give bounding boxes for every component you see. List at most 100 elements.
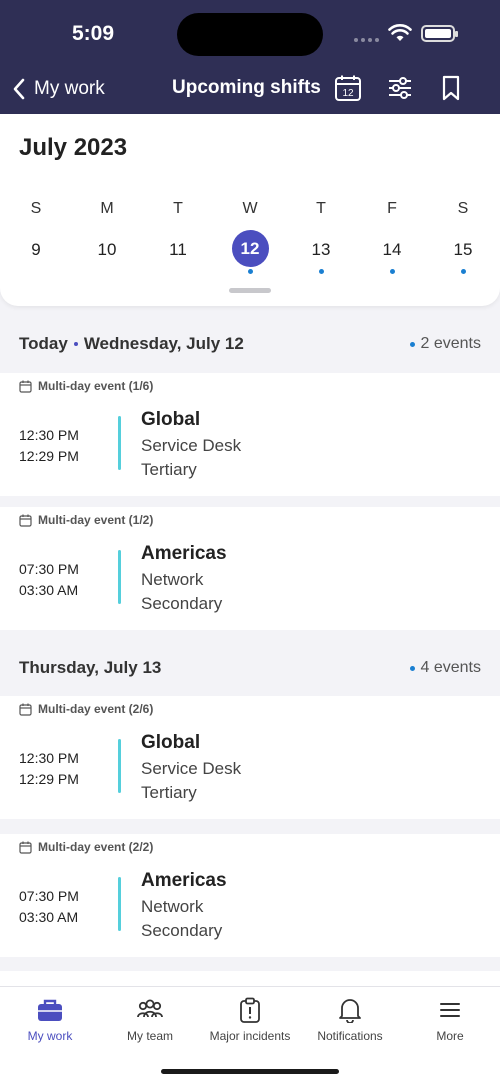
calendar-icon: 12	[335, 75, 361, 101]
bookmark-icon	[442, 75, 460, 101]
weekday-label: F	[387, 200, 397, 217]
event-meta-label: Multi-day event (1/6)	[38, 379, 154, 393]
shift-end-time: 12:29 PM	[19, 448, 79, 464]
shift-level: Tertiary	[141, 783, 197, 802]
clipboard-alert-icon	[240, 997, 260, 1023]
shift-title: Global	[141, 732, 201, 753]
nav-major-incidents[interactable]: Major incidents	[200, 997, 300, 1043]
back-button[interactable]: My work	[12, 74, 105, 104]
menu-icon	[440, 1003, 460, 1017]
status-time: 5:09	[72, 22, 115, 45]
nav-notifications[interactable]: Notifications	[300, 997, 400, 1043]
week-calendar: July 2023 S M T W T F S 9 10 11 12 13 14 15	[0, 114, 500, 306]
shift-card[interactable]: Multi-day event (2/2) 07:30 PM 03:30 AM Ame…	[0, 834, 500, 957]
weekday-label: S	[457, 200, 469, 217]
bookmark-button[interactable]	[436, 73, 466, 103]
nav-label: Major incidents	[209, 1029, 291, 1043]
shift-start-time: 12:30 PM	[19, 750, 79, 766]
section-date: Thursday, July 13	[19, 658, 162, 677]
shift-times: 12:30 PM 12:29 PM	[19, 748, 79, 790]
shift-times: 12:30 PM 12:29 PM	[19, 425, 79, 467]
briefcase-icon	[38, 999, 62, 1021]
calendar-day[interactable]: 14	[372, 232, 412, 268]
calendar-small-icon	[19, 380, 32, 393]
nav-more[interactable]: More	[400, 997, 500, 1043]
shift-service: Network	[141, 897, 204, 916]
event-meta-label: Multi-day event (2/6)	[38, 702, 154, 716]
sliders-icon	[389, 77, 411, 99]
shift-end-time: 12:29 PM	[19, 771, 79, 787]
shift-start-time: 07:30 PM	[19, 561, 79, 577]
shift-service: Network	[141, 570, 204, 589]
day-section-header: Today Wednesday, July 12 2 events	[0, 314, 500, 374]
section-title: Thursday, July 13	[19, 658, 161, 678]
shift-level: Tertiary	[141, 460, 197, 479]
dynamic-island	[177, 13, 323, 56]
weekday-label: S	[30, 200, 42, 217]
shift-start-time: 07:30 PM	[19, 888, 79, 904]
shift-color-bar	[118, 550, 121, 604]
event-indicator-dot	[247, 269, 253, 274]
event-count: 4 events	[409, 659, 481, 677]
shift-end-time: 03:30 AM	[19, 909, 79, 925]
filter-button[interactable]	[385, 73, 415, 103]
calendar-day[interactable]: 9	[16, 232, 56, 268]
section-title: Today Wednesday, July 12	[19, 334, 244, 354]
calendar-small-icon	[19, 703, 32, 716]
weekday-label: T	[173, 200, 183, 217]
separator-dot	[73, 342, 78, 346]
signal-icon	[354, 38, 379, 42]
wifi-icon	[388, 24, 412, 41]
event-meta: Multi-day event (2/6)	[19, 702, 153, 716]
event-indicator-dot	[460, 269, 466, 274]
nav-my-work[interactable]: My work	[0, 997, 100, 1043]
shift-title: Americas	[141, 870, 227, 891]
shift-level: Secondary	[141, 594, 223, 613]
shift-card-partial[interactable]	[0, 971, 500, 986]
event-indicator-dot	[318, 269, 324, 274]
event-meta: Multi-day event (2/2)	[19, 840, 153, 854]
calendar-day[interactable]: 15	[443, 232, 483, 268]
nav-label: Notifications	[317, 1029, 383, 1043]
shift-level: Secondary	[141, 921, 223, 940]
shift-color-bar	[118, 739, 121, 793]
event-meta-label: Multi-day event (1/2)	[38, 513, 154, 527]
chevron-left-icon	[13, 78, 25, 100]
drag-handle[interactable]	[229, 288, 271, 293]
calendar-small-icon	[19, 514, 32, 527]
count-dot	[409, 341, 415, 347]
shift-card[interactable]: Multi-day event (1/2) 07:30 PM 03:30 AM Ame…	[0, 507, 500, 630]
shift-card[interactable]: Multi-day event (2/6) 12:30 PM 12:29 PM Glo…	[0, 696, 500, 819]
section-date: Wednesday, July 12	[83, 334, 244, 353]
event-indicator-dot	[389, 269, 395, 274]
calendar-day[interactable]: 10	[87, 232, 127, 268]
page-title: Upcoming shifts	[172, 77, 321, 98]
shift-card[interactable]: Multi-day event (1/6) 12:30 PM 12:29 PM Glo…	[0, 373, 500, 496]
weekday-label: W	[242, 200, 258, 217]
weekday-label: M	[100, 200, 114, 217]
shift-service: Service Desk	[141, 759, 242, 778]
shift-color-bar	[118, 416, 121, 470]
nav-label: My work	[27, 1029, 73, 1043]
battery-icon	[421, 25, 458, 42]
bell-icon	[339, 999, 361, 1023]
calendar-icon-day: 12	[342, 88, 354, 99]
nav-my-team[interactable]: My team	[100, 997, 200, 1043]
calendar-small-icon	[19, 841, 32, 854]
nav-label: More	[436, 1029, 464, 1043]
shift-title: Global	[141, 409, 201, 430]
today-label: Today	[19, 334, 68, 353]
month-label: July 2023	[19, 134, 128, 161]
shift-title: Americas	[141, 543, 227, 564]
calendar-day[interactable]: 13	[301, 232, 341, 268]
event-count: 2 events	[409, 335, 481, 353]
calendar-button[interactable]: 12	[333, 73, 363, 103]
event-meta-label: Multi-day event (2/2)	[38, 840, 154, 854]
day-section-header: Thursday, July 13 4 events	[0, 638, 500, 698]
calendar-day-selected[interactable]: 12	[231, 230, 269, 267]
event-meta: Multi-day event (1/2)	[19, 513, 153, 527]
calendar-day[interactable]: 11	[158, 232, 198, 268]
weekday-label: T	[316, 200, 326, 217]
event-count-label: 4 events	[420, 659, 481, 676]
nav-label: My team	[126, 1029, 173, 1043]
